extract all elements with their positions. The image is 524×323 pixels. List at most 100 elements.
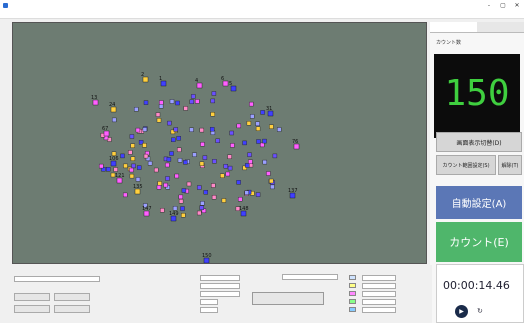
tab-1[interactable] (430, 22, 477, 32)
release-button[interactable]: 解除(T) (498, 155, 522, 175)
timer-label-1 (443, 294, 448, 298)
marker-label: 5 (229, 81, 232, 87)
marker-dot (156, 185, 162, 190)
marker-label: 13 (91, 95, 97, 101)
marker-dot (175, 100, 180, 106)
bottom-panel (12, 265, 432, 323)
count-value: 150 (444, 73, 510, 114)
save-display-button[interactable] (252, 292, 324, 305)
marker-dot (259, 142, 265, 148)
marker-dot (189, 127, 194, 133)
color-input-3[interactable] (362, 291, 396, 297)
marker-label: 76 (292, 139, 298, 145)
marker-dot (163, 182, 168, 188)
marker-dot (112, 117, 117, 123)
bottom-button-3[interactable] (14, 305, 50, 313)
marker-dot (129, 167, 134, 173)
menu-item-2[interactable] (22, 12, 32, 17)
marker-dot (230, 143, 235, 148)
marker-dot (260, 110, 265, 115)
marker-label: 1 (159, 76, 162, 82)
marker-dot (183, 160, 188, 165)
marker-dot (189, 99, 195, 105)
marker-dot (212, 159, 217, 164)
play-icon[interactable]: ▶ (455, 305, 468, 318)
marker-dot (98, 163, 104, 169)
marker-dot (143, 153, 149, 159)
marker-dot (266, 171, 271, 176)
marker-dot (169, 151, 174, 156)
menu-item-4[interactable] (58, 12, 68, 17)
menu-item-3[interactable] (40, 12, 50, 17)
color-input-5[interactable] (362, 307, 396, 313)
display-switch-button[interactable]: 画面表示切替(D) (436, 132, 522, 152)
close-button[interactable]: ✕ (510, 0, 524, 10)
marker-dot (155, 112, 161, 117)
marker-dot (227, 165, 233, 171)
marker-dot (136, 165, 142, 170)
marker-dot (181, 188, 187, 193)
marker-dot (129, 173, 135, 179)
menu-item-1[interactable] (4, 12, 14, 17)
bottom-button-4[interactable] (54, 305, 90, 313)
image-canvas[interactable]: 1 2 4 5 6 13 24 31 67 76 106 121 135 137 147 148 149 150 (12, 22, 427, 264)
marker-dot (272, 153, 278, 159)
stopwatch-panel: 00:00:14.46 ▶ ↻ (436, 264, 524, 323)
count-button[interactable]: カウント(E) (436, 222, 522, 262)
marker-dot (249, 114, 255, 119)
marker-dot (191, 94, 196, 99)
marker-label: 150 (202, 253, 212, 259)
marker-dot (142, 127, 148, 132)
marker-label: 137 (288, 188, 298, 194)
filename-input[interactable] (282, 274, 338, 280)
bottom-button-2[interactable] (54, 293, 90, 301)
marker-dot (255, 126, 261, 132)
marker-dot (249, 101, 254, 107)
menu-bar (0, 10, 524, 19)
marker-dot (255, 121, 260, 127)
auto-setting-button[interactable]: 自動設定(A) (436, 186, 522, 219)
setting-input-1[interactable] (200, 299, 218, 305)
tab-2[interactable] (477, 22, 524, 32)
marker-dot (269, 178, 274, 184)
window-controls: - ▢ ✕ (482, 0, 524, 10)
setting-input-2[interactable] (200, 307, 218, 313)
setting-select-1[interactable] (200, 275, 240, 281)
minimize-button[interactable]: - (482, 0, 496, 10)
color-swatch-5[interactable] (349, 307, 356, 312)
color-swatch-1[interactable] (349, 275, 356, 280)
marker-dot (142, 143, 147, 148)
maximize-button[interactable]: ▢ (496, 0, 510, 10)
marker-dot (269, 124, 274, 129)
color-swatch-2[interactable] (349, 283, 356, 288)
marker-label: 67 (102, 126, 108, 132)
marker-dot (166, 157, 172, 162)
color-input-1[interactable] (362, 275, 396, 281)
marker-dot (135, 177, 141, 182)
marker-dot (229, 130, 234, 136)
count-display: 150 (434, 54, 520, 138)
marker-dot (165, 176, 170, 181)
marker-dot (220, 173, 225, 179)
marker-dot (129, 134, 135, 139)
marker-label: 4 (195, 78, 198, 84)
setting-select-3[interactable] (200, 291, 240, 297)
marker-dot (165, 162, 170, 168)
color-swatch-4[interactable] (349, 299, 356, 304)
marker-dot (202, 155, 208, 160)
color-input-4[interactable] (362, 299, 396, 305)
color-swatch-3[interactable] (349, 291, 356, 296)
source-select[interactable] (14, 276, 100, 282)
range-setting-button[interactable]: カウント範囲設定(S) (436, 155, 496, 175)
bottom-button-1[interactable] (14, 293, 50, 301)
marker-dot (156, 118, 162, 123)
marker-label: 148 (239, 206, 249, 212)
color-input-2[interactable] (362, 283, 396, 289)
setting-select-2[interactable] (200, 283, 240, 289)
marker-dot (215, 138, 220, 144)
marker-dot (134, 107, 139, 112)
reset-icon[interactable]: ↻ (477, 307, 483, 315)
marker-label: 106 (109, 156, 119, 162)
marker-dot (159, 100, 164, 105)
marker-label: 6 (221, 76, 224, 82)
